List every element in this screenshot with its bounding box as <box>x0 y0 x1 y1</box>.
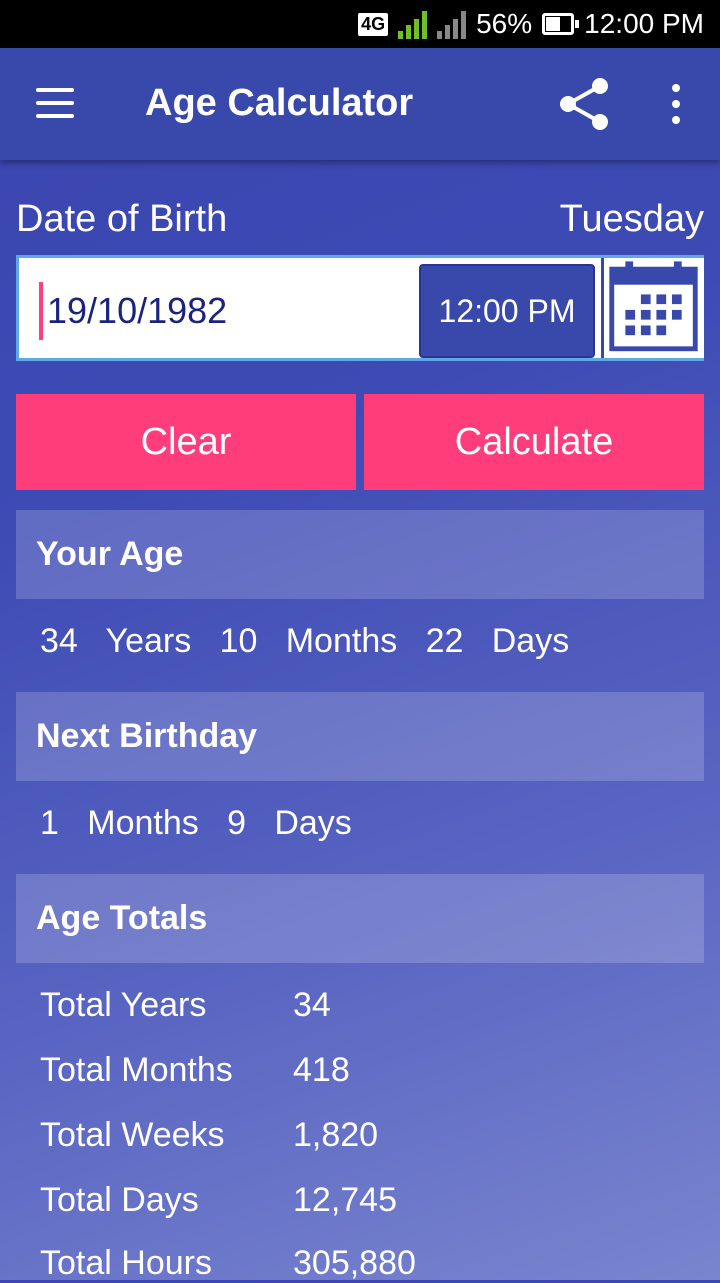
next-birthday-value: 1 Months 9 Days <box>40 804 352 842</box>
signal-sim2-icon <box>437 9 467 39</box>
dob-label: Date of Birth <box>16 198 228 240</box>
total-months-value: 418 <box>293 1051 350 1089</box>
menu-icon[interactable] <box>36 88 76 120</box>
total-years-value: 34 <box>293 986 331 1024</box>
network-type-badge: 4G <box>358 12 389 36</box>
signal-sim1-icon <box>398 9 428 39</box>
your-age-header: Your Age <box>16 510 704 599</box>
share-icon[interactable] <box>556 76 612 132</box>
dob-date-input[interactable] <box>39 282 419 340</box>
age-totals-header: Age Totals <box>16 874 704 963</box>
app-title: Age Calculator <box>145 82 414 124</box>
clear-button[interactable]: Clear <box>16 394 356 490</box>
time-picker-button[interactable]: 12:00 PM <box>419 264 595 358</box>
status-bar: 4G 56% 12:00 PM <box>0 0 720 48</box>
calculate-button[interactable]: Calculate <box>364 394 704 490</box>
app-bar: Age Calculator <box>0 48 720 160</box>
next-birthday-header: Next Birthday <box>16 692 704 781</box>
battery-percent: 56% <box>476 8 533 39</box>
total-hours-value: 305,880 <box>293 1244 416 1282</box>
dob-input-group: 12:00 PM <box>16 255 704 361</box>
battery-icon <box>542 13 580 35</box>
total-weeks-value: 1,820 <box>293 1116 379 1154</box>
total-years-label: Total Years <box>40 986 207 1024</box>
your-age-value: 34 Years 10 Months 22 Days <box>40 622 570 660</box>
weekday-label: Tuesday <box>559 198 704 240</box>
status-time: 12:00 PM <box>584 8 704 39</box>
more-options-icon[interactable] <box>664 84 688 124</box>
total-days-label: Total Days <box>40 1181 199 1219</box>
total-hours-label: Total Hours <box>40 1244 212 1282</box>
total-weeks-label: Total Weeks <box>40 1116 225 1154</box>
total-days-value: 12,745 <box>293 1181 397 1219</box>
total-months-label: Total Months <box>40 1051 233 1089</box>
calendar-icon[interactable] <box>601 258 704 358</box>
